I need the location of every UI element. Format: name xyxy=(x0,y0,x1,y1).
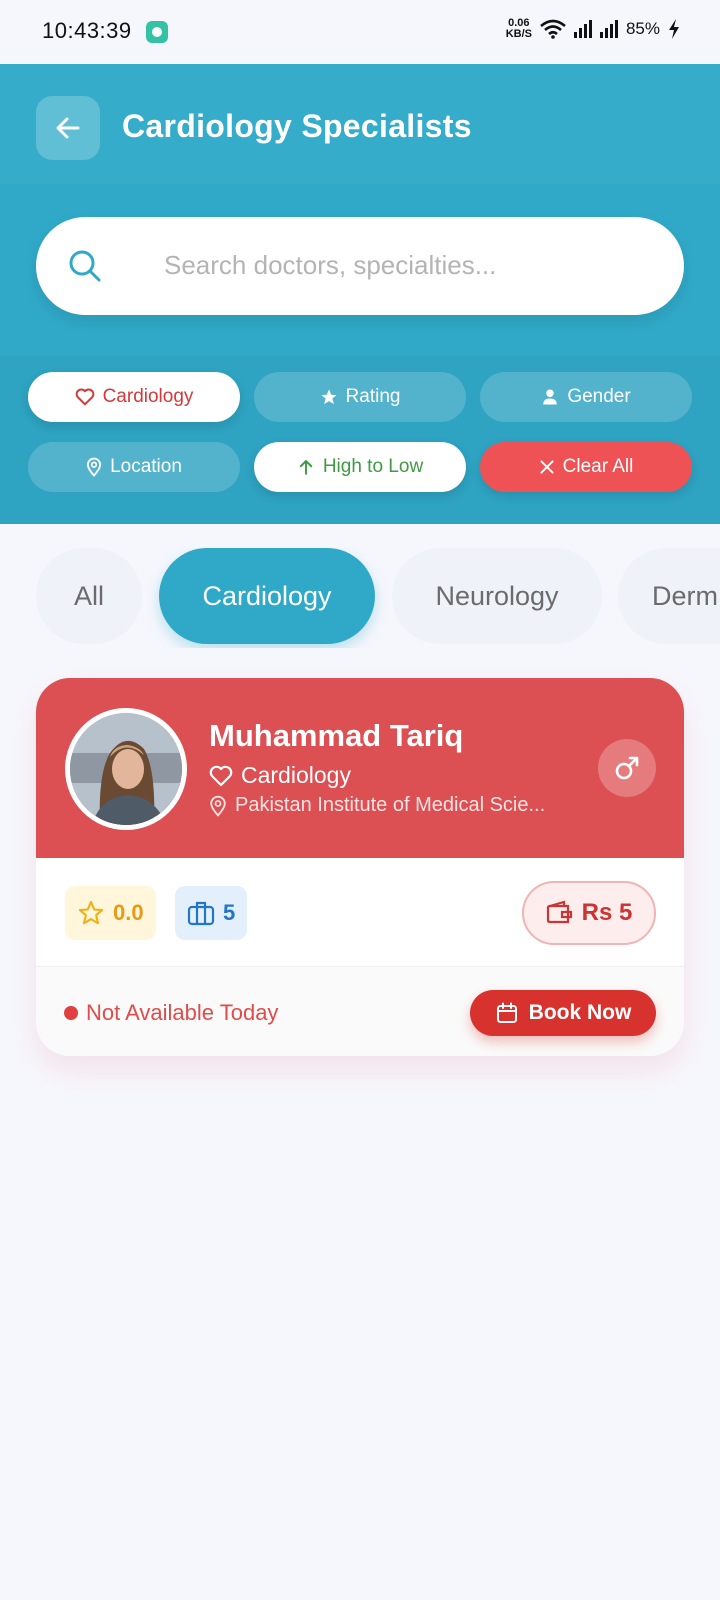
charging-icon xyxy=(669,19,679,39)
status-time: 10:43:39 xyxy=(42,18,132,43)
briefcase-icon xyxy=(187,901,215,926)
consultation-fee: Rs 5 xyxy=(522,881,656,945)
filter-chip-label: Gender xyxy=(567,386,631,407)
location-pin-icon xyxy=(210,795,226,817)
location-pin-icon xyxy=(87,457,102,477)
filter-chip-rating[interactable]: Rating xyxy=(254,372,466,422)
doctor-card-footer: Not Available Today Book Now xyxy=(36,967,684,1056)
rating-value: 0.0 xyxy=(113,900,144,925)
search-icon xyxy=(69,250,101,282)
filter-chip-cardiology[interactable]: Cardiology xyxy=(28,372,240,422)
doctor-specialty: Cardiology xyxy=(209,762,351,789)
doctor-card[interactable]: Muhammad Tariq Cardiology Pakistan Insti… xyxy=(36,678,684,1056)
network-speed: 0.06 KB/S xyxy=(506,18,532,40)
filter-panel: Cardiology Rating Gender Location High t… xyxy=(0,356,720,524)
arrow-left-icon xyxy=(56,117,80,139)
header-top-bar: Cardiology Specialists xyxy=(0,64,720,184)
availability-label: Not Available Today xyxy=(86,1000,279,1025)
book-now-button[interactable]: Book Now xyxy=(470,990,656,1036)
doctor-name: Muhammad Tariq xyxy=(209,718,464,753)
wallet-icon xyxy=(546,900,572,924)
calendar-icon xyxy=(496,1002,517,1023)
arrow-up-icon xyxy=(299,460,313,475)
filter-chip-label: Location xyxy=(110,456,182,477)
status-bar: 10:43:39 0.06 KB/S 85% xyxy=(0,0,720,64)
availability-status: Not Available Today xyxy=(64,1000,278,1026)
star-icon xyxy=(321,389,337,405)
doctor-specialty-label: Cardiology xyxy=(241,762,351,788)
category-tabs: All Cardiology Neurology Derm xyxy=(0,548,720,648)
doctor-location-label: Pakistan Institute of Medical Scie... xyxy=(235,794,546,816)
filter-chip-label: Rating xyxy=(345,386,401,407)
status-dot xyxy=(64,1006,78,1020)
tab-cardiology[interactable]: Cardiology xyxy=(159,548,375,644)
notification-app-icon xyxy=(146,21,168,43)
filter-chip-gender[interactable]: Gender xyxy=(480,372,692,422)
network-speed-unit: KB/S xyxy=(505,28,532,40)
battery-percentage: 85% xyxy=(625,19,660,38)
doctor-photo xyxy=(70,713,182,825)
filter-chip-sort[interactable]: High to Low xyxy=(254,442,466,492)
experience-value: 5 xyxy=(223,900,236,925)
person-icon xyxy=(543,389,558,405)
star-icon xyxy=(78,900,104,925)
search-input[interactable] xyxy=(164,245,644,285)
experience-badge: 5 xyxy=(175,886,248,940)
filter-chip-label: Clear All xyxy=(562,456,634,477)
tab-neurology[interactable]: Neurology xyxy=(392,548,602,644)
tab-all[interactable]: All xyxy=(36,548,142,644)
signal-icon xyxy=(599,20,618,38)
gender-badge xyxy=(598,739,656,797)
clear-all-button[interactable]: Clear All xyxy=(480,442,692,492)
book-now-label: Book Now xyxy=(528,1001,632,1024)
doctor-avatar xyxy=(65,708,187,830)
fee-value: Rs 5 xyxy=(581,899,633,926)
filter-chip-label: Cardiology xyxy=(102,386,194,407)
wifi-icon xyxy=(540,19,566,39)
close-icon xyxy=(540,460,554,474)
search-bar[interactable] xyxy=(36,217,684,315)
filter-chip-label: High to Low xyxy=(322,456,424,477)
page-title: Cardiology Specialists xyxy=(122,108,472,144)
tab-dermatology[interactable]: Derm xyxy=(618,548,720,644)
filter-chip-location[interactable]: Location xyxy=(28,442,240,492)
signal-icon xyxy=(573,20,592,38)
doctor-card-header: Muhammad Tariq Cardiology Pakistan Insti… xyxy=(36,678,684,858)
status-indicators: 0.06 KB/S 85% xyxy=(506,18,680,40)
rating-badge: 0.0 xyxy=(65,886,156,940)
heart-icon xyxy=(209,765,233,786)
header: Cardiology Specialists Cardiology Rating xyxy=(0,64,720,524)
male-icon xyxy=(615,756,639,780)
doctor-location: Pakistan Institute of Medical Scie... xyxy=(209,794,589,817)
portrait-image xyxy=(70,713,182,825)
back-button[interactable] xyxy=(36,96,100,160)
heart-icon xyxy=(75,388,94,406)
